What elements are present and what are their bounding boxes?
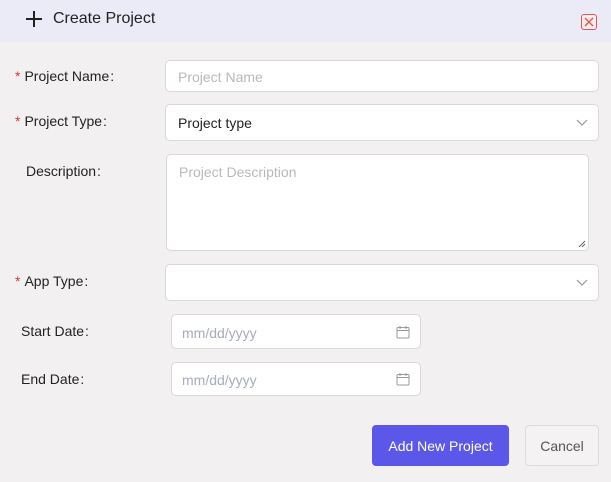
end-date-input[interactable]: mm/dd/yyyy xyxy=(171,362,421,396)
resize-handle-icon[interactable] xyxy=(578,240,586,248)
required-marker: * xyxy=(15,68,21,84)
close-icon[interactable] xyxy=(581,14,597,30)
description-textarea[interactable]: Project Description xyxy=(166,154,589,251)
calendar-icon[interactable] xyxy=(396,325,410,339)
dialog-title: Create Project xyxy=(53,10,156,27)
required-marker: * xyxy=(15,113,21,129)
start-date-label: Start Date: xyxy=(21,323,89,339)
description-label: Description: xyxy=(26,163,101,179)
required-marker: * xyxy=(15,273,21,289)
project-type-selected: Project type xyxy=(178,115,252,131)
project-name-input[interactable]: Project Name xyxy=(165,60,599,92)
chevron-down-icon xyxy=(576,119,588,126)
cancel-button[interactable]: Cancel xyxy=(525,425,599,466)
project-type-select[interactable]: Project type xyxy=(165,104,599,141)
calendar-icon[interactable] xyxy=(396,372,410,386)
add-new-project-button[interactable]: Add New Project xyxy=(372,425,509,466)
app-type-label: * App Type: xyxy=(15,273,89,289)
dialog-header: Create Project xyxy=(0,0,611,42)
project-type-label: * Project Type: xyxy=(15,113,107,129)
app-type-select[interactable] xyxy=(165,264,599,301)
plus-icon xyxy=(26,11,42,27)
project-name-label: * Project Name: xyxy=(15,68,115,84)
start-date-input[interactable]: mm/dd/yyyy xyxy=(171,314,421,349)
end-date-label: End Date: xyxy=(21,371,85,387)
chevron-down-icon xyxy=(576,279,588,286)
